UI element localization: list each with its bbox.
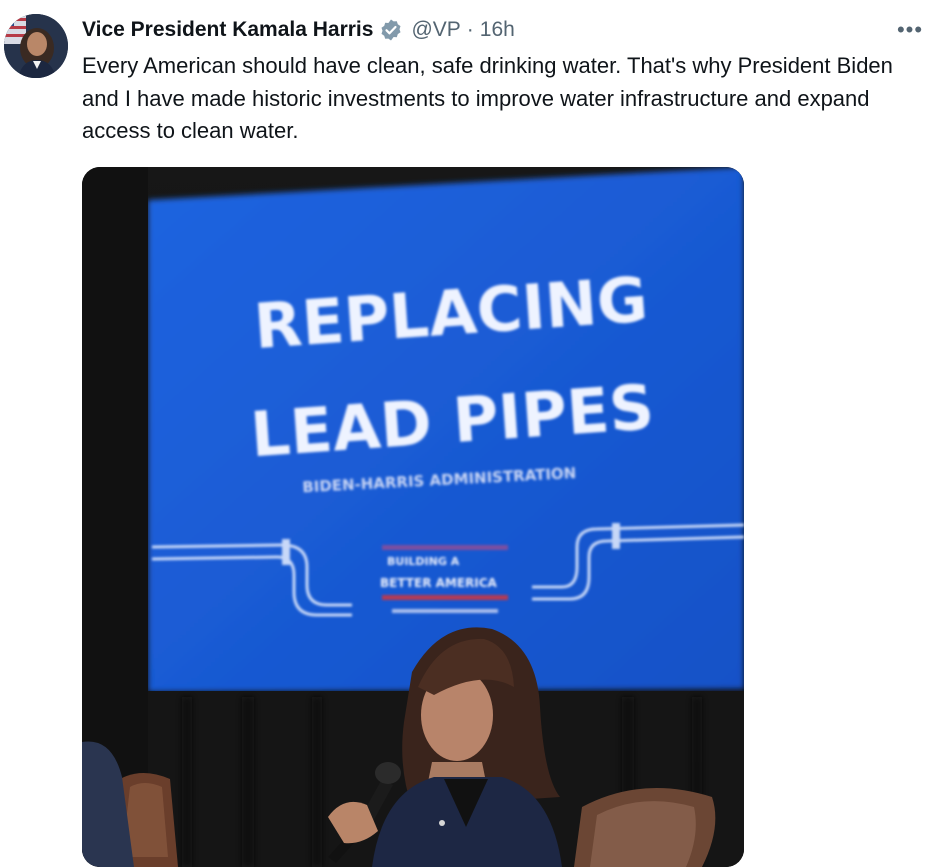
tweet-timestamp[interactable]: 16h — [480, 18, 515, 42]
avatar-image — [4, 14, 68, 78]
tweet-photo[interactable]: REPLACING LEAD PIPES BIDEN-HARRIS ADMINI… — [82, 167, 744, 867]
event-photo: REPLACING LEAD PIPES BIDEN-HARRIS ADMINI… — [82, 167, 744, 867]
verified-badge-icon — [379, 18, 403, 42]
avatar[interactable] — [4, 14, 68, 78]
screen-logo-line2: BETTER AMERICA — [380, 576, 498, 590]
meta-separator: · — [466, 18, 474, 41]
screen-logo-line1: BUILDING A — [387, 555, 460, 568]
more-options-icon[interactable]: ••• — [895, 15, 925, 45]
author-handle[interactable]: @VP — [411, 18, 460, 42]
tweet-header: Vice President Kamala Harris @VP · 16h — [82, 15, 515, 45]
tweet-text: Every American should have clean, safe d… — [82, 53, 893, 143]
author-name[interactable]: Vice President Kamala Harris — [82, 18, 373, 42]
